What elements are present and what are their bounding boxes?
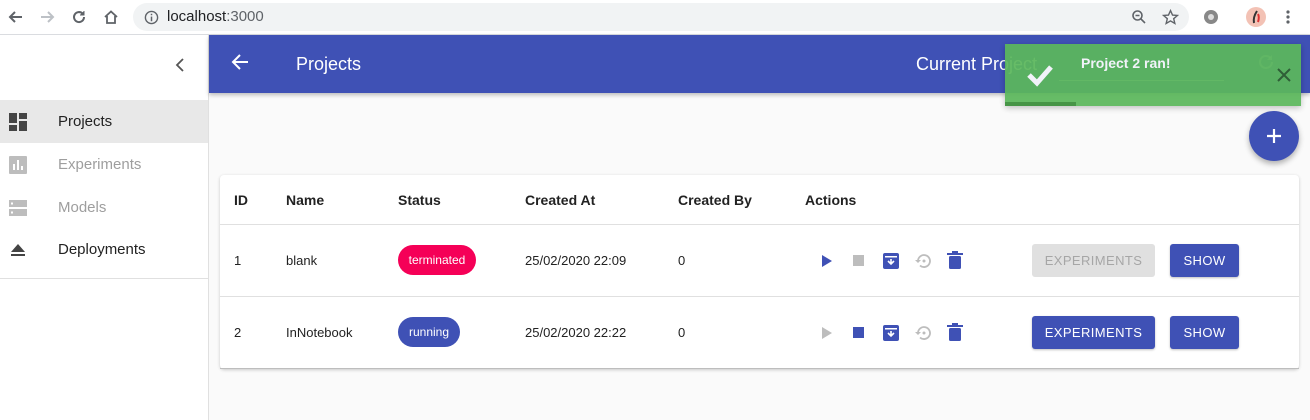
show-button[interactable]: SHOW: [1170, 244, 1239, 277]
column-header-actions: Actions: [805, 192, 857, 208]
status-badge: running: [398, 317, 460, 347]
bar-chart-icon: [9, 155, 27, 174]
forward-arrow-icon[interactable]: [35, 5, 59, 29]
extension-icon[interactable]: [1199, 5, 1223, 29]
restore-icon: [913, 251, 933, 271]
info-icon[interactable]: [142, 8, 160, 26]
delete-icon[interactable]: [945, 322, 965, 342]
sidebar-item-experiments[interactable]: Experiments: [0, 143, 208, 186]
sidebar: Projects Experiments Models Deployments: [0, 35, 209, 420]
column-header-name[interactable]: Name: [286, 192, 324, 208]
star-icon[interactable]: [1161, 8, 1179, 26]
page-title: Projects: [296, 54, 362, 74]
cell-name: InNotebook: [286, 325, 353, 340]
toast-progress-bar: [1005, 102, 1077, 106]
sidebar-item-deployments[interactable]: Deployments: [0, 228, 208, 271]
cell-created-at: 25/02/2020 22:22: [525, 325, 627, 340]
chevron-left-icon[interactable]: [170, 55, 190, 75]
eject-icon: [9, 241, 27, 259]
back-arrow-icon[interactable]: [231, 53, 253, 75]
url-text: localhost:3000: [167, 8, 264, 25]
column-header-created-by[interactable]: Created By: [678, 192, 752, 208]
restore-icon: [913, 323, 933, 343]
play-icon[interactable]: [817, 251, 837, 271]
add-project-button[interactable]: [1249, 111, 1299, 161]
archive-icon[interactable]: [881, 323, 901, 343]
check-icon: [1025, 60, 1055, 90]
cell-created-at: 25/02/2020 22:09: [525, 253, 627, 268]
sidebar-item-projects[interactable]: Projects: [0, 100, 208, 143]
experiments-button[interactable]: EXPERIMENTS: [1032, 316, 1155, 349]
row-divider: [220, 296, 1299, 297]
cell-created-by: 0: [678, 253, 686, 268]
zoom-icon[interactable]: [1130, 8, 1148, 26]
cell-created-by: 0: [678, 325, 686, 340]
sidebar-item-label: Experiments: [58, 156, 142, 173]
delete-icon[interactable]: [945, 250, 965, 270]
header-divider: [220, 224, 1299, 225]
success-toast: Project 2 ran!: [1005, 44, 1301, 106]
column-header-id[interactable]: ID: [234, 192, 248, 208]
cell-id: 1: [234, 253, 242, 268]
toast-message: Project 2 ran!: [1081, 55, 1171, 71]
column-header-status[interactable]: Status: [398, 192, 441, 208]
plus-icon: [1267, 129, 1281, 143]
archive-icon[interactable]: [881, 251, 901, 271]
browser-toolbar: localhost:3000: [0, 0, 1310, 35]
sidebar-item-label: Deployments: [58, 241, 146, 258]
menu-dots-icon[interactable]: [1276, 5, 1300, 29]
cell-id: 2: [234, 325, 242, 340]
sidebar-item-models[interactable]: Models: [0, 186, 208, 229]
stop-icon[interactable]: [849, 323, 869, 343]
sidebar-divider: [0, 278, 208, 279]
show-button[interactable]: SHOW: [1170, 316, 1239, 349]
profile-avatar[interactable]: [1244, 5, 1268, 29]
sidebar-item-label: Projects: [58, 113, 113, 130]
sidebar-item-label: Models: [58, 199, 107, 216]
stop-icon: [849, 251, 869, 271]
address-bar[interactable]: localhost:3000: [133, 3, 1189, 31]
home-icon[interactable]: [99, 5, 123, 29]
row-divider: [220, 368, 1299, 369]
status-badge: terminated: [398, 245, 476, 275]
cell-name: blank: [286, 253, 318, 268]
dashboard-icon: [9, 112, 27, 131]
play-icon: [817, 323, 837, 343]
projects-table: ID Name Status Created At Created By Act…: [220, 175, 1299, 369]
column-header-created-at[interactable]: Created At: [525, 192, 595, 208]
reload-icon[interactable]: [67, 5, 91, 29]
experiments-button[interactable]: EXPERIMENTS: [1032, 244, 1155, 277]
back-arrow-icon[interactable]: [4, 5, 28, 29]
storage-icon: [9, 199, 27, 217]
close-icon[interactable]: [1277, 68, 1293, 84]
